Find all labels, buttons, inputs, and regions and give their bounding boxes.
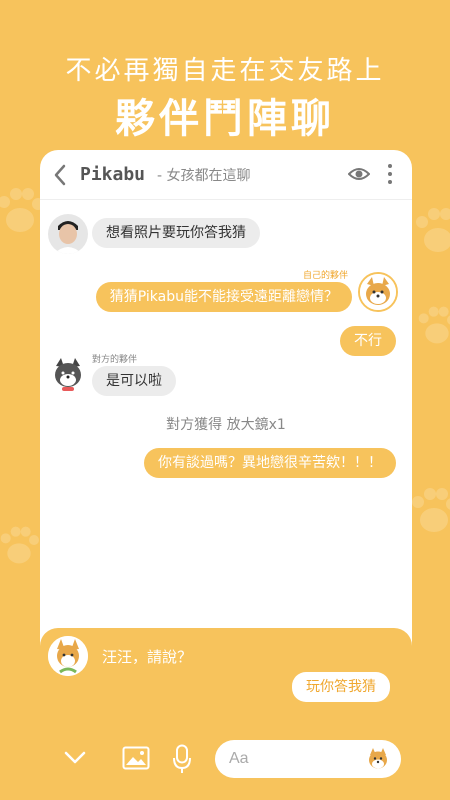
- chat-partner-name: Pikabu: [80, 164, 146, 185]
- more-vertical-icon[interactable]: [388, 164, 392, 184]
- their-partner-avatar[interactable]: [48, 354, 88, 394]
- dog-emoji-icon[interactable]: [365, 746, 391, 772]
- message-input[interactable]: [215, 740, 355, 778]
- message-bubble-outgoing: 你有談過嗎？異地戀很辛苦欸！！！: [144, 448, 396, 478]
- eye-icon[interactable]: [347, 166, 371, 186]
- my-partner-avatar[interactable]: [358, 272, 398, 312]
- assistant-dog-avatar: [48, 636, 88, 676]
- paw-decoration-icon: [408, 200, 450, 260]
- user-avatar[interactable]: [48, 214, 88, 254]
- back-button[interactable]: [40, 150, 80, 200]
- image-icon[interactable]: [122, 746, 150, 774]
- chat-subtitle: - 女孩都在這聊: [157, 167, 251, 184]
- promo-headline: 夥伴鬥陣聊: [115, 96, 335, 142]
- quick-reply-button[interactable]: 玩你答我猜: [292, 672, 390, 702]
- assistant-prompt: 汪汪，請說？: [102, 648, 193, 666]
- paw-decoration-icon: [0, 520, 44, 570]
- my-partner-label: 自己的夥伴: [302, 271, 348, 281]
- message-bubble-outgoing: 不行: [340, 326, 396, 356]
- paw-decoration-icon: [412, 300, 450, 350]
- message-input-container: [215, 740, 401, 778]
- chat-header: Pikabu - 女孩都在這聊: [40, 150, 412, 200]
- chevron-down-icon[interactable]: [64, 750, 86, 769]
- their-partner-label: 對方的夥伴: [92, 355, 138, 365]
- message-bubble-incoming: 想看照片要玩你答我猜: [92, 218, 260, 248]
- promo-tagline: 不必再獨自走在交友路上: [65, 56, 385, 86]
- microphone-icon[interactable]: [172, 744, 192, 778]
- message-bubble-incoming: 是可以啦: [92, 366, 176, 396]
- message-bubble-outgoing: 猜猜Pikabu能不能接受遠距離戀情？: [95, 282, 352, 312]
- input-panel: 汪汪，請說？ 玩你答我猜: [40, 628, 412, 800]
- system-message: 對方獲得 放大鏡x1: [166, 417, 286, 433]
- back-arrow-icon: [54, 164, 66, 185]
